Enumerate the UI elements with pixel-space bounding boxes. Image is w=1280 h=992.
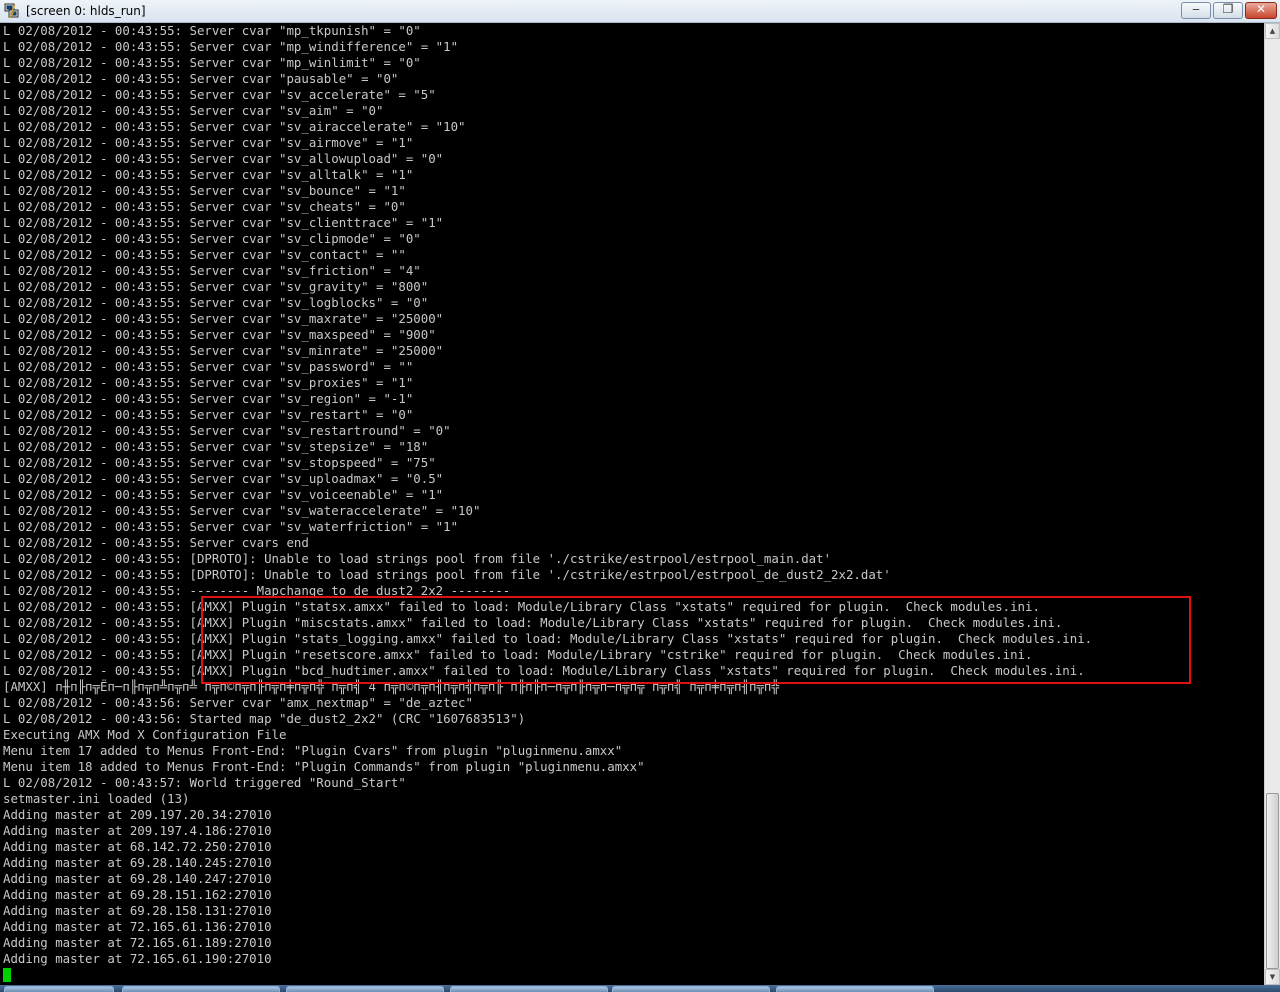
terminal-line: L 02/08/2012 - 00:43:55: Server cvar "sv…: [3, 87, 436, 102]
vertical-scrollbar[interactable]: ▲ ▼: [1264, 23, 1280, 985]
terminal-line: L 02/08/2012 - 00:43:55: Server cvar "sv…: [3, 199, 406, 214]
terminal-line: L 02/08/2012 - 00:43:55: Server cvar "sv…: [3, 391, 414, 406]
taskbar-item[interactable]: [776, 986, 934, 992]
arrow-down-icon: ▼: [1269, 973, 1276, 981]
terminal-line: L 02/08/2012 - 00:43:55: Server cvar "sv…: [3, 471, 444, 486]
terminal-output[interactable]: L 02/08/2012 - 00:43:55: Server cvar "mp…: [0, 23, 1264, 985]
restore-icon: ❐: [1222, 2, 1234, 16]
terminal-line: L 02/08/2012 - 00:43:55: Server cvar "mp…: [3, 55, 421, 70]
terminal-line: L 02/08/2012 - 00:43:55: Server cvar "sv…: [3, 327, 436, 342]
terminal-cursor: [3, 968, 11, 982]
scroll-thumb[interactable]: [1266, 793, 1279, 969]
terminal-line: L 02/08/2012 - 00:43:55: Server cvar "sv…: [3, 503, 481, 518]
terminal-line: Adding master at 69.28.140.245:27010: [3, 855, 272, 870]
scroll-down-button[interactable]: ▼: [1265, 969, 1280, 985]
terminal-line: L 02/08/2012 - 00:43:55: Server cvar "sv…: [3, 439, 429, 454]
terminal-line: L 02/08/2012 - 00:43:55: Server cvar "sv…: [3, 423, 451, 438]
terminal-line: L 02/08/2012 - 00:43:55: Server cvar "sv…: [3, 375, 414, 390]
terminal-line: L 02/08/2012 - 00:43:55: Server cvar "sv…: [3, 295, 429, 310]
terminal-line: L 02/08/2012 - 00:43:55: [DPROTO]: Unabl…: [3, 551, 832, 566]
error-highlight-box: [201, 596, 1191, 684]
title-bar: [screen 0: hlds_run] ‒ ❐ ✕: [0, 0, 1280, 23]
terminal-line: setmaster.ini loaded (13): [3, 791, 190, 806]
terminal-line: L 02/08/2012 - 00:43:55: Server cvar "sv…: [3, 343, 444, 358]
maximize-button[interactable]: ❐: [1213, 2, 1243, 19]
arrow-up-icon: ▲: [1269, 27, 1276, 35]
close-icon: ✕: [1255, 2, 1267, 16]
terminal-line: L 02/08/2012 - 00:43:55: Server cvar "sv…: [3, 263, 421, 278]
terminal-line: L 02/08/2012 - 00:43:55: Server cvar "sv…: [3, 167, 414, 182]
terminal-line: Menu item 17 added to Menus Front-End: "…: [3, 743, 623, 758]
terminal-line: Adding master at 69.28.140.247:27010: [3, 871, 272, 886]
terminal-line: Adding master at 72.165.61.136:27010: [3, 919, 272, 934]
taskbar-item-active[interactable]: [612, 986, 770, 992]
minimize-icon: ‒: [1192, 2, 1200, 16]
minimize-button[interactable]: ‒: [1181, 2, 1211, 19]
terminal-line: L 02/08/2012 - 00:43:55: Server cvars en…: [3, 535, 309, 550]
terminal-line: L 02/08/2012 - 00:43:55: Server cvar "sv…: [3, 135, 414, 150]
terminal-line: L 02/08/2012 - 00:43:55: Server cvar "mp…: [3, 39, 459, 54]
terminal-line: Adding master at 68.142.72.250:27010: [3, 839, 272, 854]
putty-icon[interactable]: [4, 3, 19, 18]
terminal-line: L 02/08/2012 - 00:43:55: [DPROTO]: Unabl…: [3, 567, 891, 582]
terminal-line: L 02/08/2012 - 00:43:55: Server cvar "sv…: [3, 359, 414, 374]
terminal-line: L 02/08/2012 - 00:43:55: Server cvar "sv…: [3, 119, 466, 134]
terminal-line: L 02/08/2012 - 00:43:55: Server cvar "sv…: [3, 455, 436, 470]
terminal-line: L 02/08/2012 - 00:43:55: Server cvar "sv…: [3, 247, 406, 262]
close-button[interactable]: ✕: [1245, 2, 1277, 19]
terminal-line: L 02/08/2012 - 00:43:55: Server cvar "sv…: [3, 519, 459, 534]
terminal-line: L 02/08/2012 - 00:43:57: World triggered…: [3, 775, 406, 790]
terminal-line: L 02/08/2012 - 00:43:56: Server cvar "am…: [3, 695, 473, 710]
terminal-line: L 02/08/2012 - 00:43:56: Started map "de…: [3, 711, 526, 726]
terminal-line: Adding master at 209.197.20.34:27010: [3, 807, 272, 822]
terminal-line: Adding master at 209.197.4.186:27010: [3, 823, 272, 838]
terminal-line: Adding master at 72.165.61.190:27010: [3, 951, 272, 966]
terminal-line: L 02/08/2012 - 00:43:55: Server cvar "pa…: [3, 71, 399, 86]
terminal-line: L 02/08/2012 - 00:43:55: Server cvar "sv…: [3, 487, 444, 502]
terminal-lines: L 02/08/2012 - 00:43:55: Server cvar "mp…: [3, 23, 1092, 967]
taskbar-item[interactable]: [450, 986, 608, 992]
terminal-line: L 02/08/2012 - 00:43:55: Server cvar "sv…: [3, 183, 406, 198]
taskbar-start-button[interactable]: [4, 986, 114, 992]
terminal-line: L 02/08/2012 - 00:43:55: Server cvar "sv…: [3, 151, 444, 166]
taskbar-item[interactable]: [286, 986, 444, 992]
terminal-line: Adding master at 69.28.151.162:27010: [3, 887, 272, 902]
window-title: [screen 0: hlds_run]: [26, 4, 146, 18]
terminal-line: Adding master at 72.165.61.189:27010: [3, 935, 272, 950]
taskbar-item[interactable]: [122, 986, 280, 992]
terminal-line: Executing AMX Mod X Configuration File: [3, 727, 287, 742]
terminal-line: L 02/08/2012 - 00:43:55: Server cvar "sv…: [3, 103, 384, 118]
terminal-line: L 02/08/2012 - 00:43:55: Server cvar "sv…: [3, 279, 429, 294]
terminal-line: L 02/08/2012 - 00:43:55: Server cvar "mp…: [3, 23, 421, 38]
terminal-line: L 02/08/2012 - 00:43:55: Server cvar "sv…: [3, 407, 414, 422]
scroll-up-button[interactable]: ▲: [1265, 23, 1280, 39]
terminal-line: L 02/08/2012 - 00:43:55: Server cvar "sv…: [3, 311, 444, 326]
terminal-line: Menu item 18 added to Menus Front-End: "…: [3, 759, 645, 774]
taskbar: [0, 985, 1280, 992]
terminal-line: L 02/08/2012 - 00:43:55: Server cvar "sv…: [3, 215, 444, 230]
terminal-line: L 02/08/2012 - 00:43:55: Server cvar "sv…: [3, 231, 421, 246]
terminal-line: Adding master at 69.28.158.131:27010: [3, 903, 272, 918]
